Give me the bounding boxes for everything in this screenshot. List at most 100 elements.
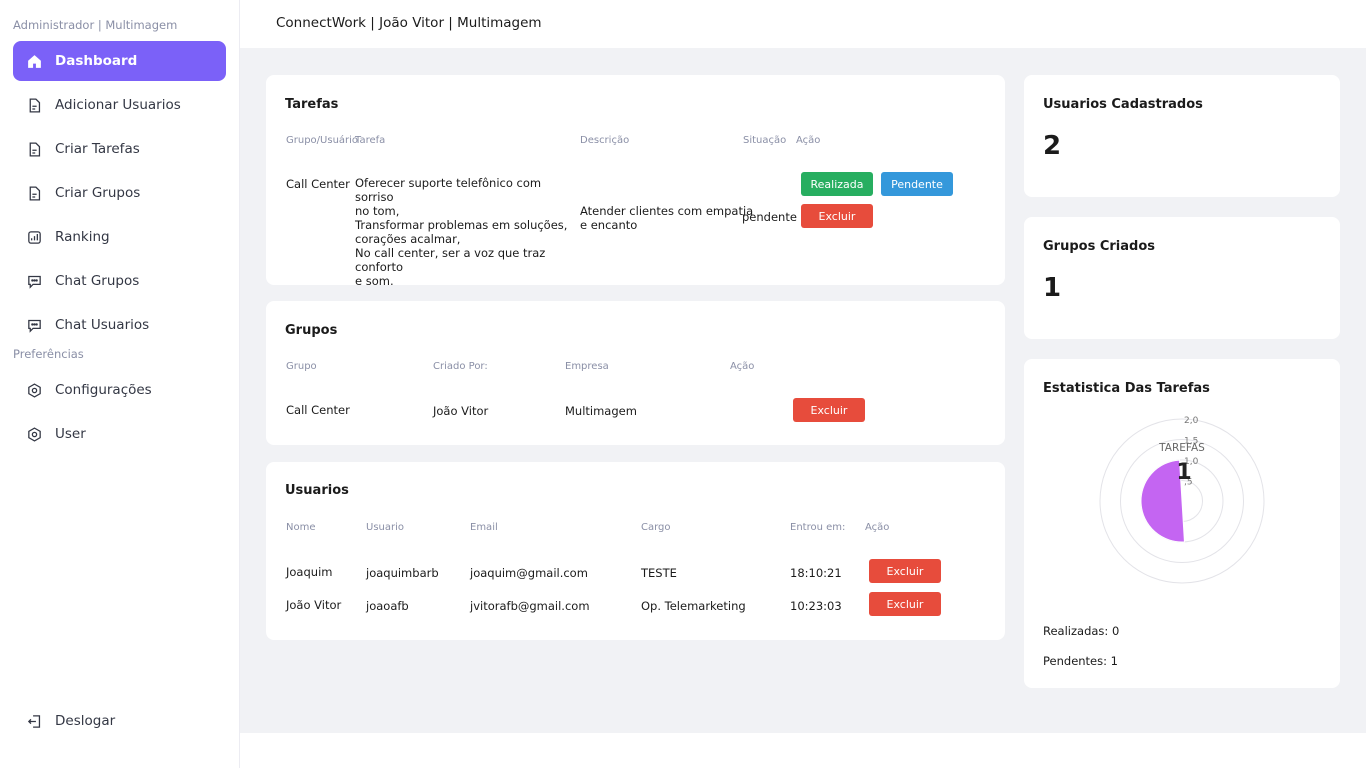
document-icon [25, 184, 43, 202]
chart-tick-label: 2,0 [1184, 416, 1199, 426]
settings-icon [25, 381, 43, 399]
col-usuario: Usuario [366, 522, 405, 533]
sidebar-item-label: Chat Grupos [55, 273, 140, 289]
grupo-nome: Call Center [286, 403, 350, 417]
stat-value: 2 [1043, 131, 1062, 161]
tarefas-title: Tarefas [285, 97, 339, 112]
tarefas-card: Tarefas Grupo/Usuário Tarefa Descrição S… [266, 75, 1005, 288]
sidebar-item-label: Dashboard [55, 53, 138, 69]
col-situacao: Situação [743, 135, 787, 146]
descricao-line: Atender clientes com empatia [580, 204, 754, 218]
usuario-entrou: 10:23:03 [790, 599, 842, 613]
col-grupo-usuario: Grupo/Usuário [286, 135, 359, 146]
sidebar-item-label: Chat Usuarios [55, 317, 150, 333]
col-entrou-em: Entrou em: [790, 522, 846, 533]
sidebar-section-prefs: Preferências [13, 347, 84, 361]
col-nome: Nome [286, 522, 316, 533]
top-bar: ConnectWork | João Vitor | Multimagem [240, 0, 1366, 48]
tarefa-line: Transformar problemas em soluções, [355, 218, 568, 232]
sidebar-item-criar-grupos[interactable]: Criar Grupos [13, 173, 226, 213]
chat-icon [25, 272, 43, 290]
col-acao: Ação [730, 361, 755, 372]
chart-title: TAREFAS [1158, 442, 1205, 454]
sidebar-item-label: User [55, 426, 86, 442]
logout-label: Deslogar [55, 713, 116, 729]
realizada-button[interactable]: Realizada [801, 172, 873, 196]
bar-chart-icon [25, 228, 43, 246]
sidebar-item-chat-grupos[interactable]: Chat Grupos [13, 261, 226, 301]
usuario-entrou: 18:10:21 [790, 566, 842, 580]
tarefa-line: corações acalmar, [355, 232, 461, 246]
usuario-login: joaquimbarb [366, 566, 439, 580]
settings-icon [25, 425, 43, 443]
pendente-button[interactable]: Pendente [881, 172, 953, 196]
excluir-usuario-button[interactable]: Excluir [869, 592, 941, 616]
logout-button[interactable]: Deslogar [13, 701, 226, 741]
usuario-login: joaoafb [366, 599, 409, 613]
estatistica-tarefas-card: Estatistica Das Tarefas 2,0 1,5 1,0,5 TAREF… [1024, 359, 1340, 688]
usuario-email: joaquim@gmail.com [470, 566, 588, 580]
chat-icon [25, 316, 43, 334]
sidebar-item-chat-usuarios[interactable]: Chat Usuarios [13, 305, 226, 345]
sidebar-item-label: Adicionar Usuarios [55, 97, 181, 113]
tarefa-situacao: pendente [742, 210, 797, 224]
stat-title: Grupos Criados [1043, 239, 1155, 254]
tarefa-line: e som. [355, 274, 394, 288]
tarefa-descricao: Atender clientes com empatia e encanto [580, 204, 753, 232]
sidebar-item-label: Ranking [55, 229, 110, 245]
usuario-cargo: Op. Telemarketing [641, 599, 746, 613]
tarefa-texto: Oferecer suporte telefônico com sorriso … [355, 176, 580, 288]
stat-title: Estatistica Das Tarefas [1043, 381, 1210, 396]
stat-title: Usuarios Cadastrados [1043, 97, 1203, 112]
chart-center-label: 1 [1176, 460, 1191, 485]
usuarios-card: Usuarios Nome Usuario Email Cargo Entrou… [266, 462, 1005, 640]
sidebar-item-label: Criar Grupos [55, 185, 141, 201]
usuarios-title: Usuarios [285, 483, 349, 498]
logout-icon [25, 712, 43, 730]
sidebar-item-ranking[interactable]: Ranking [13, 217, 226, 257]
excluir-tarefa-button[interactable]: Excluir [801, 204, 873, 228]
col-descricao: Descrição [580, 135, 630, 146]
usuario-nome: Joaquim [286, 565, 333, 579]
realizadas-count: Realizadas: 0 [1043, 624, 1120, 638]
sidebar-item-criar-tarefas[interactable]: Criar Tarefas [13, 129, 226, 169]
sidebar-item-adicionar-usuarios[interactable]: Adicionar Usuarios [13, 85, 226, 125]
tarefas-polar-chart: 2,01,51,0,5TAREFAS1 [1099, 416, 1265, 584]
col-cargo: Cargo [641, 522, 671, 533]
home-icon [25, 52, 43, 70]
sidebar-item-user[interactable]: User [13, 414, 226, 454]
excluir-usuario-button[interactable]: Excluir [869, 559, 941, 583]
sidebar-item-dashboard[interactable]: Dashboard [13, 41, 226, 81]
usuarios-cadastrados-card: Usuarios Cadastrados 2 [1024, 75, 1340, 197]
grupo-criado-por: João Vitor [433, 404, 489, 418]
usuario-nome: João Vitor [286, 598, 342, 612]
col-acao: Ação [796, 135, 821, 146]
pendentes-count: Pendentes: 1 [1043, 654, 1118, 668]
sidebar-item-configuracoes[interactable]: Configurações [13, 370, 226, 410]
col-tarefa: Tarefa [355, 135, 386, 146]
usuario-cargo: TESTE [641, 566, 677, 580]
col-acao: Ação [865, 522, 890, 533]
sidebar-section-admin: Administrador | Multimagem [13, 18, 178, 32]
sidebar-item-label: Configurações [55, 382, 152, 398]
col-criado-por: Criado Por: [433, 361, 488, 372]
sidebar-item-label: Criar Tarefas [55, 141, 140, 157]
excluir-grupo-button[interactable]: Excluir [793, 398, 865, 422]
tarefa-grupo: Call Center [286, 177, 350, 191]
document-icon [25, 140, 43, 158]
tarefa-line: no tom, [355, 204, 400, 218]
usuario-email: jvitorafb@gmail.com [470, 599, 590, 613]
grupos-card: Grupos Grupo Criado Por: Empresa Ação Ca… [266, 301, 1005, 445]
col-email: Email [470, 522, 498, 533]
grupo-empresa: Multimagem [565, 404, 637, 418]
col-empresa: Empresa [565, 361, 609, 372]
grupos-title: Grupos [285, 323, 338, 338]
page-title: ConnectWork | João Vitor | Multimagem [276, 15, 542, 31]
sidebar: Administrador | Multimagem Dashboard Adi… [0, 0, 240, 768]
grupos-criados-card: Grupos Criados 1 [1024, 217, 1340, 339]
descricao-line: e encanto [580, 218, 638, 232]
tarefa-line: No call center, ser a voz que traz confo… [355, 246, 546, 274]
col-grupo: Grupo [286, 361, 317, 372]
document-icon [25, 96, 43, 114]
stat-value: 1 [1043, 273, 1062, 303]
